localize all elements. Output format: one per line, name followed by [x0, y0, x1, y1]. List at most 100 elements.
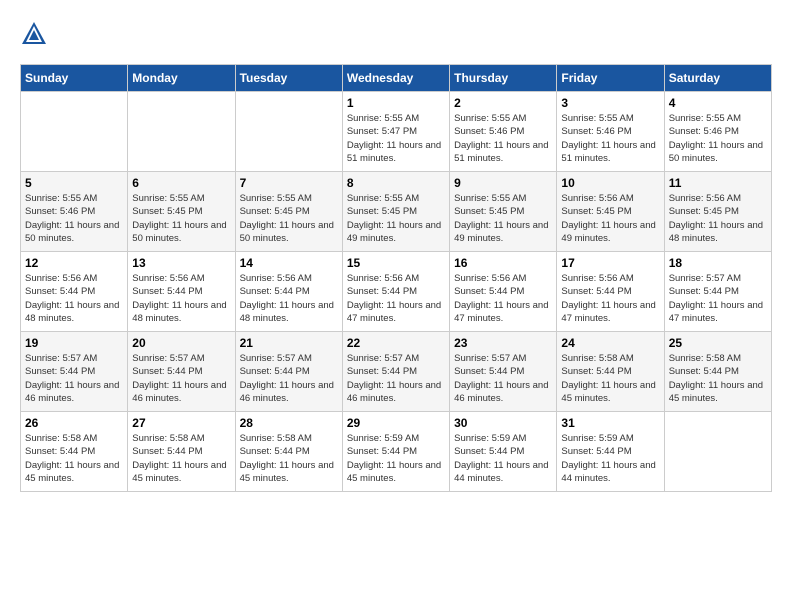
day-number: 3	[561, 96, 659, 110]
logo-icon	[20, 20, 48, 48]
calendar-cell: 20 Sunrise: 5:57 AM Sunset: 5:44 PM Dayli…	[128, 332, 235, 412]
calendar-cell: 26Sunrise: 5:58 AM Sunset: 5:44 PM Dayli…	[21, 412, 128, 492]
day-number: 1	[347, 96, 445, 110]
calendar-table: SundayMondayTuesdayWednesdayThursdayFrid…	[20, 64, 772, 492]
calendar-cell: 25Sunrise: 5:58 AM Sunset: 5:44 PM Dayli…	[664, 332, 771, 412]
day-number: 24	[561, 336, 659, 350]
calendar-cell: 16Sunrise: 5:56 AM Sunset: 5:44 PM Dayli…	[450, 252, 557, 332]
logo	[20, 20, 52, 48]
day-info: Sunrise: 5:57 AM Sunset: 5:44 PM Dayligh…	[454, 352, 552, 405]
calendar-cell: 11 Sunrise: 5:56 AM Sunset: 5:45 PM Dayli…	[664, 172, 771, 252]
calendar-cell: 7 Sunrise: 5:55 AM Sunset: 5:45 PM Daylig…	[235, 172, 342, 252]
day-info: Sunrise: 5:57 AM Sunset: 5:44 PM Dayligh…	[25, 352, 123, 405]
day-info: Sunrise: 5:56 AM Sunset: 5:44 PM Dayligh…	[240, 272, 338, 325]
day-info: Sunrise: 5:57 AM Sunset: 5:44 PM Dayligh…	[240, 352, 338, 405]
day-info: Sunrise: 5:56 AM Sunset: 5:44 PM Dayligh…	[454, 272, 552, 325]
calendar-cell: 17Sunrise: 5:56 AM Sunset: 5:44 PM Dayli…	[557, 252, 664, 332]
day-number: 2	[454, 96, 552, 110]
day-info: Sunrise: 5:58 AM Sunset: 5:44 PM Dayligh…	[240, 432, 338, 485]
day-number: 21	[240, 336, 338, 350]
day-number: 6	[132, 176, 230, 190]
header-day-monday: Monday	[128, 65, 235, 92]
header-day-friday: Friday	[557, 65, 664, 92]
calendar-cell: 8 Sunrise: 5:55 AM Sunset: 5:45 PM Daylig…	[342, 172, 449, 252]
day-info: Sunrise: 5:55 AM Sunset: 5:45 PM Dayligh…	[240, 192, 338, 245]
header-day-tuesday: Tuesday	[235, 65, 342, 92]
day-number: 4	[669, 96, 767, 110]
calendar-cell	[128, 92, 235, 172]
calendar-cell: 6 Sunrise: 5:55 AM Sunset: 5:45 PM Daylig…	[128, 172, 235, 252]
calendar-cell: 21 Sunrise: 5:57 AM Sunset: 5:44 PM Dayli…	[235, 332, 342, 412]
calendar-cell: 12Sunrise: 5:56 AM Sunset: 5:44 PM Dayli…	[21, 252, 128, 332]
day-number: 14	[240, 256, 338, 270]
day-number: 20	[132, 336, 230, 350]
calendar-cell: 10 Sunrise: 5:56 AM Sunset: 5:45 PM Dayli…	[557, 172, 664, 252]
day-number: 15	[347, 256, 445, 270]
day-info: Sunrise: 5:55 AM Sunset: 5:46 PM Dayligh…	[561, 112, 659, 165]
calendar-cell	[235, 92, 342, 172]
day-info: Sunrise: 5:55 AM Sunset: 5:45 PM Dayligh…	[347, 192, 445, 245]
calendar-cell: 30 Sunrise: 5:59 AM Sunset: 5:44 PM Dayli…	[450, 412, 557, 492]
day-info: Sunrise: 5:55 AM Sunset: 5:46 PM Dayligh…	[454, 112, 552, 165]
day-number: 10	[561, 176, 659, 190]
calendar-cell: 2 Sunrise: 5:55 AM Sunset: 5:46 PM Daylig…	[450, 92, 557, 172]
calendar-cell: 1 Sunrise: 5:55 AM Sunset: 5:47 PM Daylig…	[342, 92, 449, 172]
day-info: Sunrise: 5:56 AM Sunset: 5:44 PM Dayligh…	[561, 272, 659, 325]
day-info: Sunrise: 5:59 AM Sunset: 5:44 PM Dayligh…	[561, 432, 659, 485]
day-info: Sunrise: 5:58 AM Sunset: 5:44 PM Dayligh…	[561, 352, 659, 405]
day-info: Sunrise: 5:56 AM Sunset: 5:45 PM Dayligh…	[561, 192, 659, 245]
calendar-cell: 18Sunrise: 5:57 AM Sunset: 5:44 PM Dayli…	[664, 252, 771, 332]
calendar-cell: 27 Sunrise: 5:58 AM Sunset: 5:44 PM Dayli…	[128, 412, 235, 492]
day-info: Sunrise: 5:55 AM Sunset: 5:45 PM Dayligh…	[132, 192, 230, 245]
header-row: SundayMondayTuesdayWednesdayThursdayFrid…	[21, 65, 772, 92]
day-number: 29	[347, 416, 445, 430]
page-header	[20, 20, 772, 48]
day-number: 8	[347, 176, 445, 190]
day-info: Sunrise: 5:55 AM Sunset: 5:47 PM Dayligh…	[347, 112, 445, 165]
day-number: 27	[132, 416, 230, 430]
day-info: Sunrise: 5:55 AM Sunset: 5:46 PM Dayligh…	[669, 112, 767, 165]
day-number: 19	[25, 336, 123, 350]
calendar-cell: 31 Sunrise: 5:59 AM Sunset: 5:44 PM Dayli…	[557, 412, 664, 492]
calendar-week-5: 26Sunrise: 5:58 AM Sunset: 5:44 PM Dayli…	[21, 412, 772, 492]
calendar-cell: 13Sunrise: 5:56 AM Sunset: 5:44 PM Dayli…	[128, 252, 235, 332]
calendar-cell: 22 Sunrise: 5:57 AM Sunset: 5:44 PM Dayli…	[342, 332, 449, 412]
calendar-cell: 29 Sunrise: 5:59 AM Sunset: 5:44 PM Dayli…	[342, 412, 449, 492]
calendar-week-2: 5 Sunrise: 5:55 AM Sunset: 5:46 PM Daylig…	[21, 172, 772, 252]
calendar-cell: 19 Sunrise: 5:57 AM Sunset: 5:44 PM Dayli…	[21, 332, 128, 412]
day-number: 5	[25, 176, 123, 190]
header-day-sunday: Sunday	[21, 65, 128, 92]
day-info: Sunrise: 5:58 AM Sunset: 5:44 PM Dayligh…	[25, 432, 123, 485]
header-day-saturday: Saturday	[664, 65, 771, 92]
calendar-cell: 14 Sunrise: 5:56 AM Sunset: 5:44 PM Dayli…	[235, 252, 342, 332]
day-number: 13	[132, 256, 230, 270]
calendar-cell: 24 Sunrise: 5:58 AM Sunset: 5:44 PM Dayli…	[557, 332, 664, 412]
day-number: 7	[240, 176, 338, 190]
day-info: Sunrise: 5:58 AM Sunset: 5:44 PM Dayligh…	[669, 352, 767, 405]
calendar-cell	[664, 412, 771, 492]
calendar-cell: 5 Sunrise: 5:55 AM Sunset: 5:46 PM Daylig…	[21, 172, 128, 252]
calendar-cell: 4 Sunrise: 5:55 AM Sunset: 5:46 PM Daylig…	[664, 92, 771, 172]
day-info: Sunrise: 5:56 AM Sunset: 5:45 PM Dayligh…	[669, 192, 767, 245]
calendar-cell: 28Sunrise: 5:58 AM Sunset: 5:44 PM Dayli…	[235, 412, 342, 492]
day-info: Sunrise: 5:59 AM Sunset: 5:44 PM Dayligh…	[454, 432, 552, 485]
day-number: 22	[347, 336, 445, 350]
day-number: 23	[454, 336, 552, 350]
day-info: Sunrise: 5:56 AM Sunset: 5:44 PM Dayligh…	[25, 272, 123, 325]
day-number: 11	[669, 176, 767, 190]
calendar-cell	[21, 92, 128, 172]
day-number: 30	[454, 416, 552, 430]
day-info: Sunrise: 5:55 AM Sunset: 5:46 PM Dayligh…	[25, 192, 123, 245]
day-number: 31	[561, 416, 659, 430]
calendar-week-3: 12Sunrise: 5:56 AM Sunset: 5:44 PM Dayli…	[21, 252, 772, 332]
header-day-wednesday: Wednesday	[342, 65, 449, 92]
day-number: 9	[454, 176, 552, 190]
calendar-week-4: 19 Sunrise: 5:57 AM Sunset: 5:44 PM Dayli…	[21, 332, 772, 412]
day-info: Sunrise: 5:57 AM Sunset: 5:44 PM Dayligh…	[132, 352, 230, 405]
day-info: Sunrise: 5:56 AM Sunset: 5:44 PM Dayligh…	[347, 272, 445, 325]
calendar-body: 1 Sunrise: 5:55 AM Sunset: 5:47 PM Daylig…	[21, 92, 772, 492]
day-info: Sunrise: 5:59 AM Sunset: 5:44 PM Dayligh…	[347, 432, 445, 485]
day-info: Sunrise: 5:58 AM Sunset: 5:44 PM Dayligh…	[132, 432, 230, 485]
day-info: Sunrise: 5:57 AM Sunset: 5:44 PM Dayligh…	[669, 272, 767, 325]
day-info: Sunrise: 5:57 AM Sunset: 5:44 PM Dayligh…	[347, 352, 445, 405]
